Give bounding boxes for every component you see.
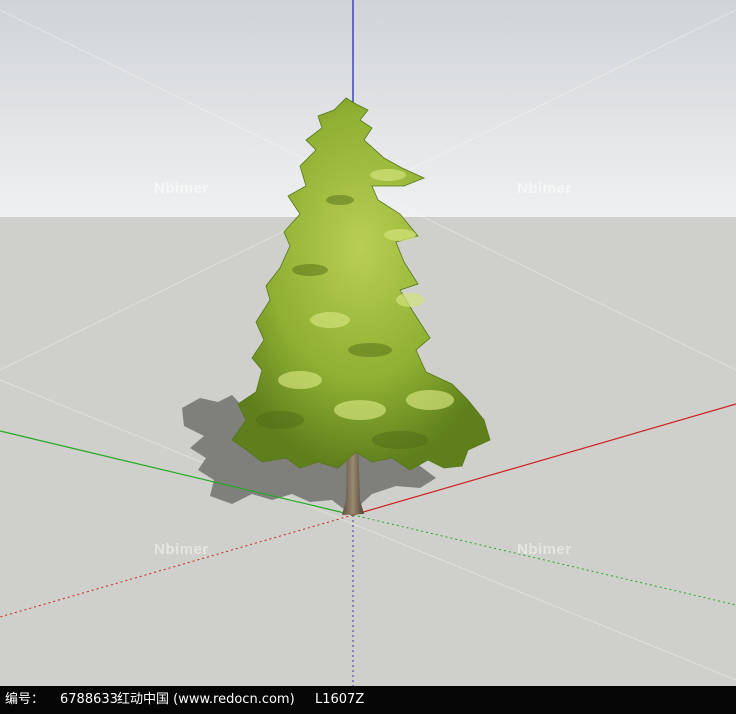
watermark: Nbimer <box>517 180 572 197</box>
footer-id-label: 编号： <box>5 692 45 707</box>
footer-id-value: 6788633 <box>60 692 118 707</box>
watermark: Nbimer <box>517 541 572 558</box>
watermark: Nbimer <box>154 180 209 197</box>
sketchup-viewport[interactable]: Nbimer Nbimer Nbimer Nbimer <box>0 0 736 686</box>
footer-code: L1607Z <box>315 692 365 707</box>
info-footer: 编号： 6788633 红动中国 (www.redocn.com) L1607Z <box>0 686 736 714</box>
model-scene[interactable] <box>0 0 736 686</box>
footer-site: 红动中国 (www.redocn.com) <box>117 692 295 707</box>
watermark: Nbimer <box>154 541 209 558</box>
